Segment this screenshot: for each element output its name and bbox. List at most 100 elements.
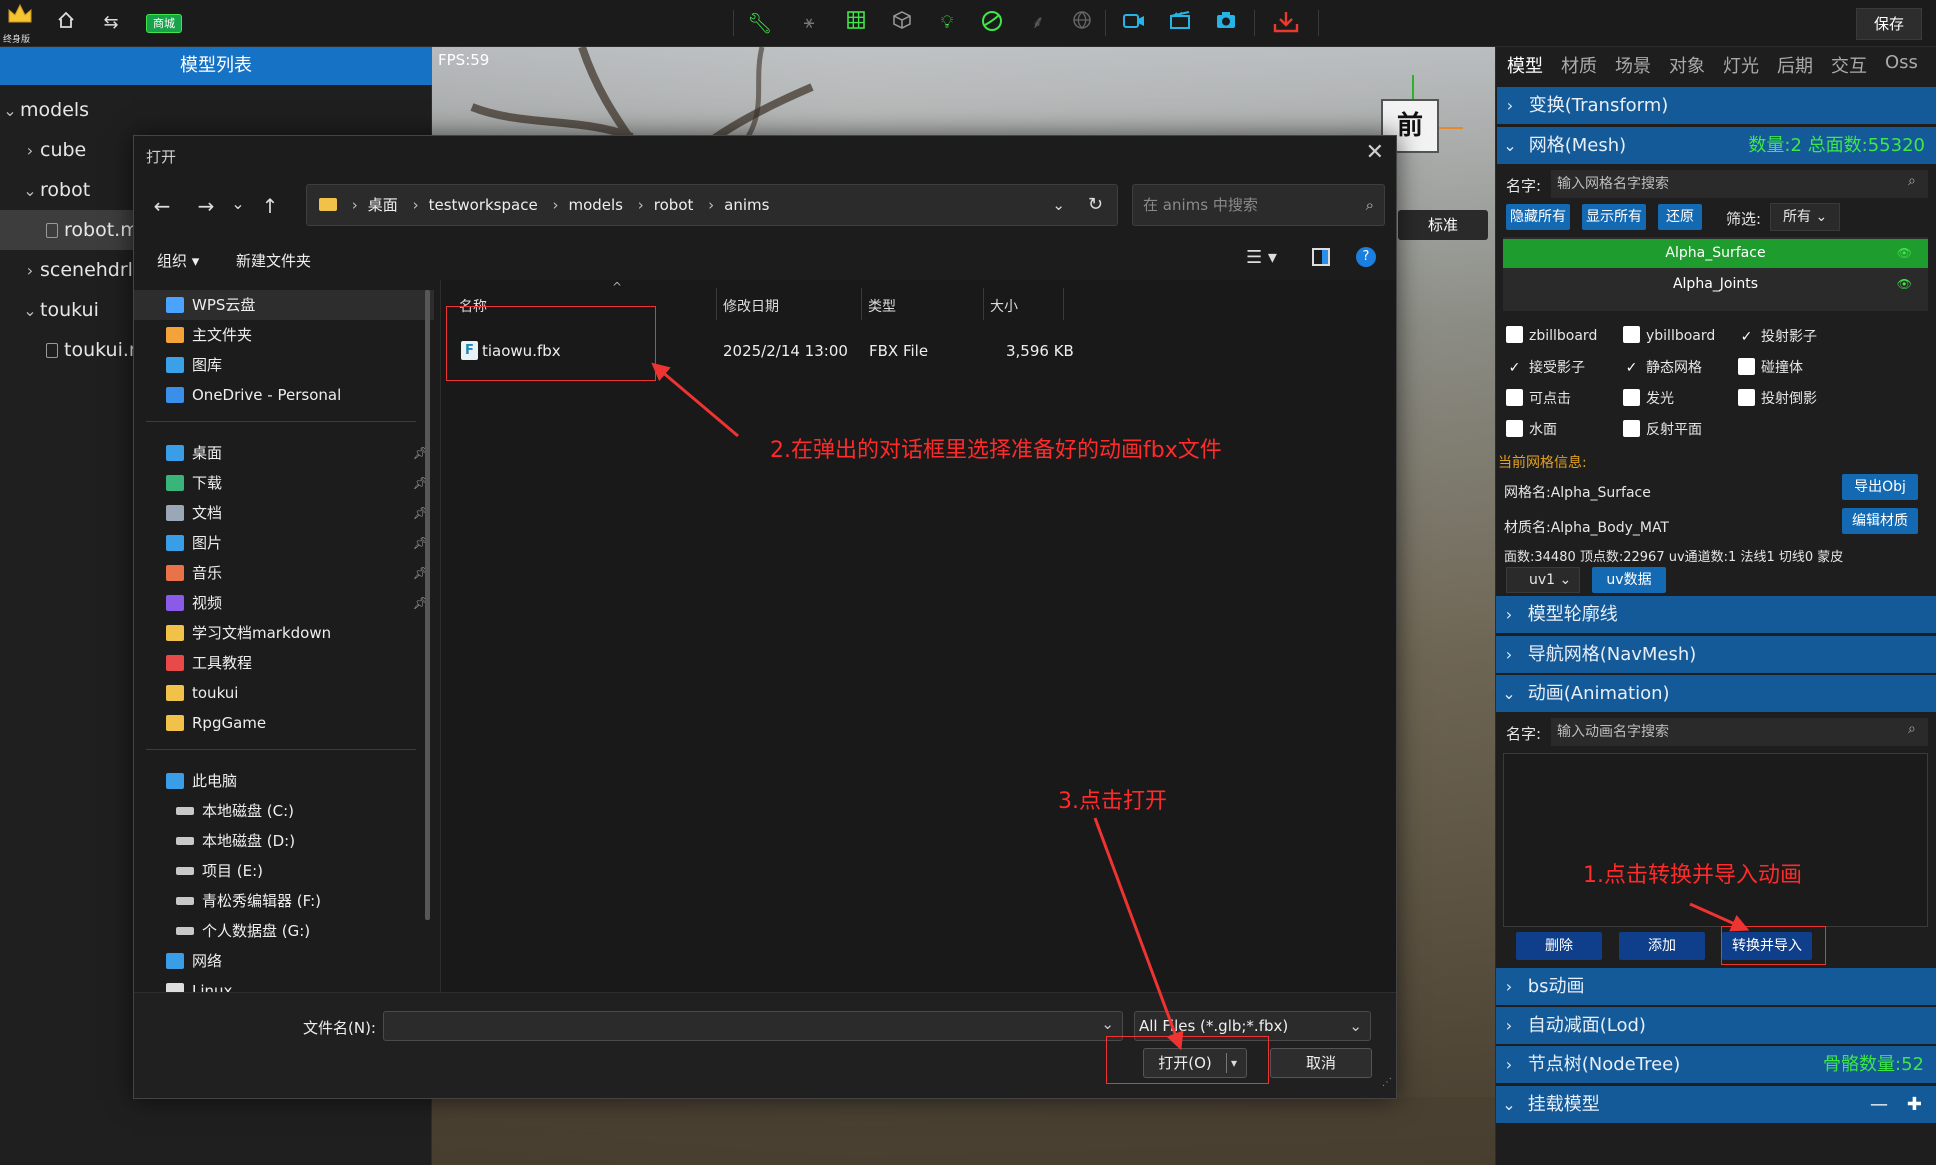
uv-channel-select[interactable]: uv1 ⌄ [1506, 567, 1580, 593]
chevron-right-icon[interactable]: › [20, 251, 40, 291]
checkbox-box[interactable] [1506, 420, 1523, 437]
checkbox-static-mesh[interactable]: ✓ 静态网格 [1623, 357, 1702, 377]
save-button[interactable]: 保存 [1856, 8, 1922, 40]
nav-item[interactable]: 下载 📌︎ [134, 468, 434, 498]
mesh-list-item[interactable]: Alpha_Surface 👁︎ [1503, 239, 1928, 268]
mesh-list-item[interactable]: Alpha_Joints 👁︎ [1503, 270, 1928, 299]
checkbox-box[interactable] [1738, 389, 1755, 406]
skeleton-icon[interactable]: ⚹ [795, 10, 823, 36]
tab-material[interactable]: 材质 [1561, 52, 1597, 78]
cube-icon[interactable] [888, 10, 916, 36]
tab-oss[interactable]: Oss [1885, 52, 1918, 73]
search-icon[interactable]: ⌕ [1908, 173, 1916, 189]
close-icon[interactable]: ✕ [1366, 140, 1384, 165]
section-nodetree[interactable]: › 节点树(NodeTree) 骨骼数量:52 [1496, 1046, 1936, 1083]
download-icon[interactable] [1272, 10, 1300, 40]
checkbox-cast-shadow[interactable]: ✓ 投射影子 [1738, 326, 1817, 346]
plus-icon[interactable]: ✚ [1907, 1086, 1922, 1123]
back-icon[interactable]: ← [148, 194, 176, 218]
checkbox-collider[interactable]: 碰撞体 [1738, 357, 1803, 377]
checkbox-box[interactable] [1506, 389, 1523, 406]
nav-item[interactable]: Linux [134, 976, 434, 992]
column-size[interactable]: 大小 [990, 296, 1018, 316]
show-all-button[interactable]: 显示所有 [1582, 204, 1646, 230]
navigation-scrollbar[interactable] [425, 290, 430, 920]
ball-icon[interactable] [978, 10, 1006, 38]
nav-item[interactable]: toukui [134, 678, 434, 708]
nav-item[interactable]: 文档 📌︎ [134, 498, 434, 528]
section-bs-animation[interactable]: › bs动画 [1496, 968, 1936, 1005]
nav-item[interactable]: 视频 📌︎ [134, 588, 434, 618]
section-mount-model[interactable]: ⌄ 挂载模型 — ✚ [1496, 1086, 1936, 1123]
check-icon[interactable]: ✓ [1506, 360, 1523, 376]
forward-icon[interactable]: → [192, 194, 220, 218]
filter-select[interactable]: 所有 ⌄ [1770, 203, 1840, 231]
checkbox-clickable[interactable]: 可点击 [1506, 388, 1571, 408]
nav-item[interactable]: 图库 [134, 350, 434, 380]
wrench-icon[interactable]: 🔧︎ [746, 10, 774, 36]
view-list-icon[interactable]: ☰ ▾ [1246, 247, 1277, 268]
column-divider[interactable] [861, 288, 862, 320]
nav-item[interactable]: 音乐 📌︎ [134, 558, 434, 588]
camera-icon[interactable] [1212, 10, 1240, 36]
section-lod[interactable]: › 自动减面(Lod) [1496, 1007, 1936, 1044]
breadcrumb-robot[interactable]: robot [654, 196, 694, 214]
breadcrumb-anims[interactable]: anims [724, 196, 769, 214]
up-icon[interactable]: ↑ [256, 194, 284, 218]
animation-list[interactable] [1503, 753, 1928, 927]
column-type[interactable]: 类型 [868, 296, 896, 316]
video-icon[interactable] [1120, 10, 1148, 36]
minus-icon[interactable]: — [1870, 1086, 1888, 1123]
nav-item[interactable]: 项目 (E:) [134, 856, 434, 886]
refresh-icon[interactable]: ↻ [1088, 185, 1103, 225]
checkbox-box[interactable] [1623, 389, 1640, 406]
breadcrumb-desktop[interactable]: 桌面 [368, 196, 398, 214]
eye-icon[interactable]: 👁︎ [1897, 270, 1912, 299]
store-badge[interactable]: 商城 [146, 14, 182, 33]
swap-icon[interactable]: ⇆ [97, 10, 125, 36]
nav-item[interactable]: 此电脑 [134, 766, 434, 796]
export-obj-button[interactable]: 导出Obj [1842, 474, 1918, 500]
nav-item[interactable]: 图片 📌︎ [134, 528, 434, 558]
tab-light[interactable]: 灯光 [1723, 52, 1759, 78]
column-divider[interactable] [983, 288, 984, 320]
chevron-right-icon[interactable]: › [20, 131, 40, 171]
column-modified[interactable]: 修改日期 [723, 296, 779, 316]
nav-item[interactable]: 主文件夹 [134, 320, 434, 350]
checkbox-zbillboard[interactable]: zbillboard [1506, 326, 1597, 344]
delete-animation-button[interactable]: 删除 [1516, 932, 1602, 960]
nav-item[interactable]: 网络 [134, 946, 434, 976]
nav-item[interactable]: WPS云盘 [134, 290, 434, 320]
filename-input[interactable]: ⌄ [383, 1011, 1123, 1041]
chevron-down-icon[interactable]: ⌄ [20, 171, 40, 211]
eye-icon[interactable]: 👁︎ [1897, 239, 1912, 268]
crown-icon[interactable] [6, 2, 34, 26]
chevron-down-icon[interactable]: ⌄ [20, 291, 40, 331]
nav-item[interactable]: 青松秀编辑器 (F:) [134, 886, 434, 916]
new-folder-button[interactable]: 新建文件夹 [236, 250, 311, 271]
nav-item[interactable]: 学习文档markdown [134, 618, 434, 648]
tab-object[interactable]: 对象 [1669, 52, 1705, 78]
uv-data-button[interactable]: uv数据 [1592, 567, 1666, 593]
clapper-icon[interactable] [1166, 10, 1194, 36]
cancel-button[interactable]: 取消 [1270, 1048, 1372, 1078]
hide-all-button[interactable]: 隐藏所有 [1506, 204, 1570, 230]
checkbox-box[interactable] [1623, 420, 1640, 437]
column-divider[interactable] [1063, 288, 1064, 320]
chevron-down-icon[interactable]: ⌄ [0, 91, 20, 131]
checkbox-box[interactable] [1623, 326, 1640, 343]
resize-grip-icon[interactable]: ⋰ [1382, 1077, 1392, 1088]
check-icon[interactable]: ✓ [1738, 329, 1755, 345]
bulb-icon[interactable]: 💡︎ [933, 10, 961, 36]
help-icon[interactable]: ? [1356, 247, 1376, 267]
organize-button[interactable]: 组织 ▾ [157, 250, 199, 271]
chevron-down-icon[interactable]: ⌄ [224, 194, 252, 213]
chevron-down-icon[interactable]: ⌄ [1052, 185, 1065, 225]
tab-interaction[interactable]: 交互 [1831, 52, 1867, 78]
dialog-search-input[interactable]: 在 anims 中搜索 ⌕ [1132, 184, 1385, 226]
nav-item[interactable]: 工具教程 [134, 648, 434, 678]
check-icon[interactable]: ✓ [1623, 360, 1640, 376]
nav-item[interactable]: 本地磁盘 (C:) [134, 796, 434, 826]
section-transform[interactable]: › 变换(Transform) [1497, 87, 1936, 124]
checkbox-glow[interactable]: 发光 [1623, 388, 1674, 408]
